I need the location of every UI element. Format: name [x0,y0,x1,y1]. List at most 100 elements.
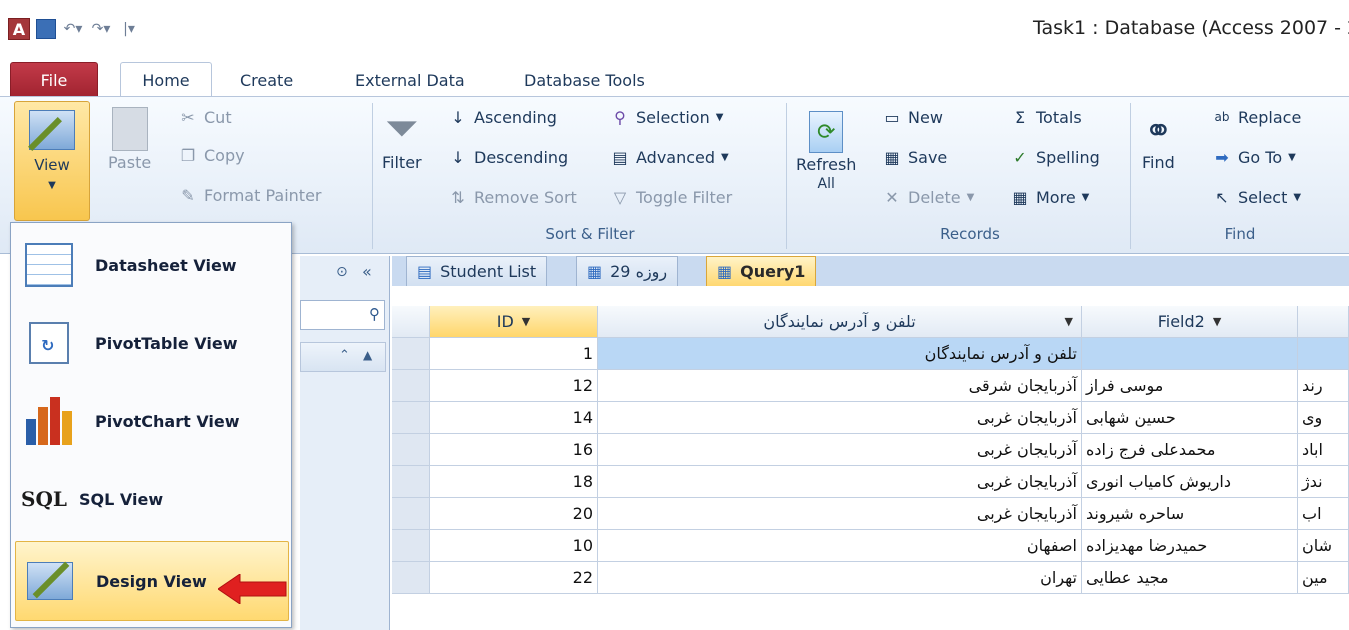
cell-field1[interactable]: آذربایجان شرقی [598,370,1082,402]
tab-database-tools[interactable]: Database Tools [512,62,657,98]
table-row[interactable]: 22 تهران مجید عطایی مین [392,562,1349,594]
menu-item-pivottable-view[interactable]: ↻ PivotTable View [15,307,289,379]
undo-icon[interactable]: ↶▾ [62,18,84,40]
find-button[interactable]: ⚭ Find [1142,111,1175,172]
column-header-field2[interactable]: Field2 ▼ [1082,306,1298,338]
chevron-down-icon[interactable]: ▼ [1213,315,1221,328]
search-icon[interactable]: ⚲ [369,305,380,323]
record-selector[interactable] [392,466,430,498]
access-app-icon[interactable]: A [8,18,30,40]
nav-search-input[interactable]: ⚲ [300,300,385,330]
tab-create[interactable]: Create [228,62,305,98]
cell-field2[interactable] [1082,338,1298,370]
selection-button[interactable]: ⚲ Selection ▼ [610,107,723,127]
format-painter-button[interactable]: ✎ Format Painter [178,185,321,205]
table-row[interactable]: 14 آذربایجان غربی حسین شهابی وی [392,402,1349,434]
customize-qat-icon[interactable]: |▾ [118,18,140,40]
cell-field2[interactable]: داریوش کامیاب انوری [1082,466,1298,498]
cell-field3[interactable]: وی [1298,402,1349,434]
tab-home[interactable]: Home [120,62,212,98]
record-selector[interactable] [392,338,430,370]
goto-button[interactable]: ➡ Go To ▼ [1212,147,1296,167]
record-selector[interactable] [392,498,430,530]
cell-field3[interactable]: شان [1298,530,1349,562]
table-row[interactable]: 18 آذربایجان غربی داریوش کامیاب انوری ند… [392,466,1349,498]
remove-sort-button[interactable]: ⇅ Remove Sort [448,187,577,207]
cell-field3[interactable]: اب [1298,498,1349,530]
record-selector[interactable] [392,402,430,434]
copy-button[interactable]: ❐ Copy [178,145,245,165]
cell-id[interactable]: 12 [430,370,598,402]
table-row[interactable]: 20 آذربایجان غربی ساحره شیروند اب [392,498,1349,530]
table-row[interactable]: 16 آذربایجان غربی محمدعلی فرج زاده اباد [392,434,1349,466]
record-selector[interactable] [392,434,430,466]
refresh-all-button[interactable]: ⟳ Refresh All [796,111,856,192]
cell-field3[interactable]: ندژ [1298,466,1349,498]
table-row[interactable]: 10 اصفهان حمیدرضا مهدیزاده شان [392,530,1349,562]
tab-file[interactable]: File [10,62,98,98]
nav-options-icon[interactable]: ⊙ [336,264,348,280]
cell-id[interactable]: 10 [430,530,598,562]
toggle-filter-button[interactable]: ▽ Toggle Filter [610,187,732,207]
cell-field1[interactable]: آذربایجان غربی [598,498,1082,530]
cell-field3[interactable]: مین [1298,562,1349,594]
menu-item-datasheet-view[interactable]: Datasheet View [15,229,289,301]
descending-button[interactable]: ↓ Descending [448,147,568,167]
record-selector[interactable] [392,530,430,562]
save-record-button[interactable]: ▦ Save [882,147,947,167]
select-all-cell[interactable] [392,306,430,338]
table-row[interactable]: 12 آذربایجان شرقی موسی فراز رند [392,370,1349,402]
nav-group-header[interactable]: ⌃ ▲ [300,342,386,372]
redo-icon[interactable]: ↷▾ [90,18,112,40]
table-row[interactable]: 1 تلفن و آدرس نمایندگان [392,338,1349,370]
cell-field1[interactable]: تهران [598,562,1082,594]
cell-field2[interactable]: ساحره شیروند [1082,498,1298,530]
ascending-button[interactable]: ↓ Ascending [448,107,557,127]
totals-button[interactable]: Σ Totals [1010,107,1082,127]
cell-field3[interactable]: اباد [1298,434,1349,466]
cell-field2[interactable]: حسین شهابی [1082,402,1298,434]
column-header-id[interactable]: ID ▼ [430,306,598,338]
cut-button[interactable]: ✂ Cut [178,107,231,127]
cell-field2[interactable]: حمیدرضا مهدیزاده [1082,530,1298,562]
column-header-field3[interactable] [1298,306,1349,338]
more-button[interactable]: ▦ More ▼ [1010,187,1089,207]
replace-button[interactable]: ab Replace [1212,107,1302,127]
cell-field3[interactable]: رند [1298,370,1349,402]
tab-external-data[interactable]: External Data [343,62,477,98]
chevron-down-icon[interactable]: ▼ [522,315,530,328]
advanced-button[interactable]: ▤ Advanced ▼ [610,147,728,167]
cell-id[interactable]: 16 [430,434,598,466]
new-record-button[interactable]: ▭ New [882,107,942,127]
select-button[interactable]: ↖ Select ▼ [1212,187,1301,207]
record-selector[interactable] [392,370,430,402]
tab-rooze-29[interactable]: ▦ روزه 29 [576,256,679,286]
delete-record-button[interactable]: ✕ Delete ▼ [882,187,974,207]
cell-field1[interactable]: تلفن و آدرس نمایندگان [598,338,1082,370]
cell-field1[interactable]: آذربایجان غربی [598,466,1082,498]
filter-button[interactable]: ⏷ Filter [382,105,422,173]
cell-id[interactable]: 14 [430,402,598,434]
spelling-button[interactable]: ✓ Spelling [1010,147,1100,167]
chevron-down-icon[interactable]: ▼ [1065,315,1073,328]
cell-id[interactable]: 22 [430,562,598,594]
tab-query1[interactable]: ▦ Query1 [706,256,817,286]
cell-field3[interactable] [1298,338,1349,370]
cell-id[interactable]: 18 [430,466,598,498]
cell-id[interactable]: 20 [430,498,598,530]
cell-field1[interactable]: آذربایجان غربی [598,402,1082,434]
collapse-pane-icon[interactable]: « [362,262,372,281]
double-chevron-up-icon[interactable]: ⌃ [339,348,350,363]
scroll-up-icon[interactable]: ▲ [363,348,372,362]
column-header-field1[interactable]: تلفن و آدرس نمایندگان ▼ [598,306,1082,338]
view-button[interactable]: View ▼ [14,101,90,221]
cell-field2[interactable]: محمدعلی فرج زاده [1082,434,1298,466]
record-selector[interactable] [392,562,430,594]
cell-field1[interactable]: آذربایجان غربی [598,434,1082,466]
cell-field2[interactable]: مجید عطایی [1082,562,1298,594]
tab-student-list[interactable]: ▤ Student List [406,256,548,286]
cell-field2[interactable]: موسی فراز [1082,370,1298,402]
menu-item-sql-view[interactable]: SQL SQL View [15,463,289,535]
menu-item-pivotchart-view[interactable]: PivotChart View [15,385,289,457]
cell-field1[interactable]: اصفهان [598,530,1082,562]
